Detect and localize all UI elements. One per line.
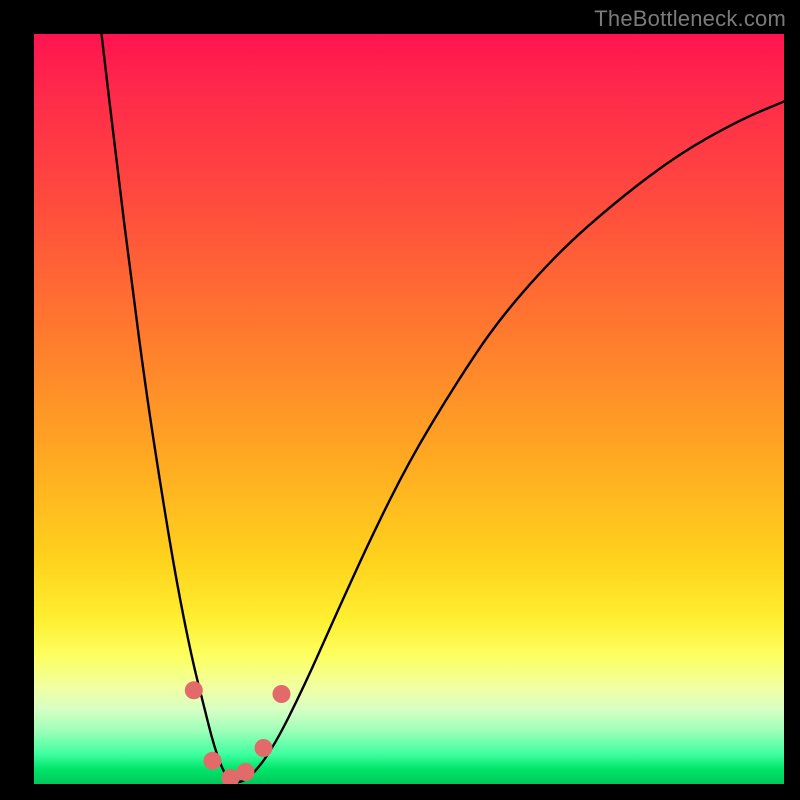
chart-frame: TheBottleneck.com	[0, 0, 800, 800]
dot-right-lower	[255, 739, 273, 757]
dot-right-upper	[273, 685, 291, 703]
plot-area	[34, 34, 784, 784]
dot-left-upper	[185, 681, 203, 699]
dot-center-right	[237, 763, 255, 781]
dot-left-lower	[204, 752, 222, 770]
curve-svg	[34, 34, 784, 784]
watermark-text: TheBottleneck.com	[594, 6, 786, 32]
bottleneck-curve-path	[102, 34, 785, 782]
